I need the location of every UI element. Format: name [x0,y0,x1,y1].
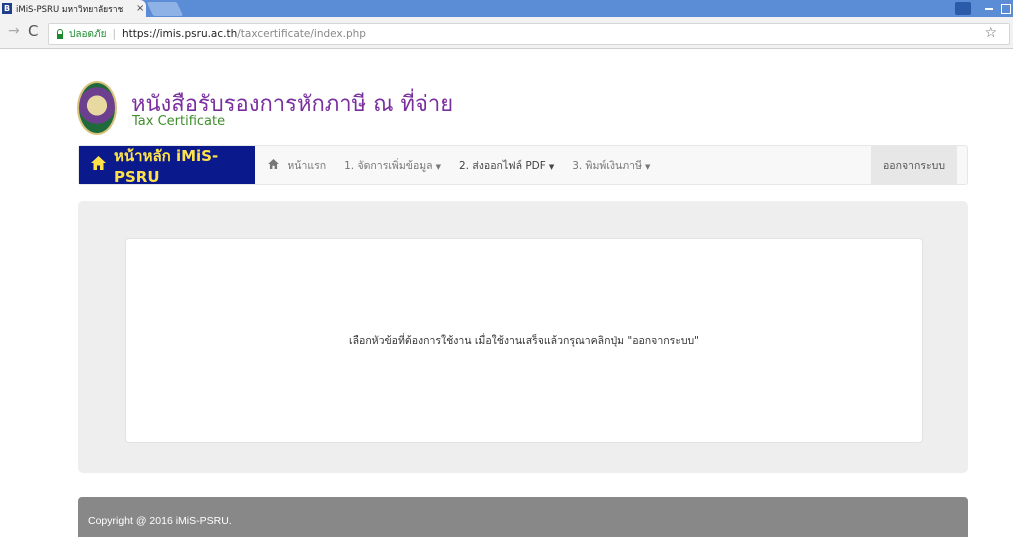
tab-close-icon[interactable]: × [136,3,144,14]
lock-icon [57,28,63,39]
nav-item-label: 3. พิมพ์เงินภาษี [572,159,642,172]
nav-item-manage-data[interactable]: 1. จัดการเพิ่มข้อมูล ▼ [344,157,441,174]
home-icon [91,156,106,174]
nav-item-label: หน้าแรก [287,159,327,172]
caret-down-icon: ▼ [435,162,441,171]
address-bar[interactable]: ปลอดภัย | https://imis.psru.ac.th /taxce… [48,23,1010,45]
page-footer: Copyright @ 2016 iMiS-PSRU. [78,497,968,537]
nav-item-home[interactable]: หน้าแรก [268,157,326,174]
nav-item-label: 2. ส่งออกไฟล์ PDF [459,159,546,172]
forward-arrow-icon[interactable]: → [8,23,20,39]
browser-tab[interactable]: B iMiS-PSRU มหาวิทยาลัยราช × [0,0,146,17]
nav-menu: หน้าแรก 1. จัดการเพิ่มข้อมูล ▼ 2. ส่งออกไ… [268,146,668,184]
window-controls [955,0,1013,17]
logout-button[interactable]: ออกจากระบบ [871,146,957,184]
brand-home-button[interactable]: หน้าหลัก iMiS-PSRU [79,146,255,186]
caret-down-icon: ▼ [644,162,651,171]
reload-icon[interactable]: C [28,22,38,40]
brand-label: หน้าหลัก iMiS-PSRU [114,147,219,186]
browser-toolbar: → C ปลอดภัย | https://imis.psru.ac.th /t… [0,17,1013,49]
nav-item-export-pdf[interactable]: 2. ส่งออกไฟล์ PDF ▼ [459,157,554,174]
nav-item-print-tax[interactable]: 3. พิมพ์เงินภาษี ▼ [572,157,650,174]
url-path: /taxcertificate/index.php [237,28,366,40]
maximize-icon[interactable] [1001,3,1011,14]
tab-title: iMiS-PSRU มหาวิทยาลัยราช [16,4,124,15]
address-separator: | [112,28,116,40]
url-host: https://imis.psru.ac.th [121,28,238,40]
site-favicon-icon: B [2,3,12,14]
minimize-icon[interactable] [985,7,993,10]
instruction-panel: เลือกหัวข้อที่ต้องการใช้งาน เมื่อใช้งานเ… [125,238,923,443]
secure-label: ปลอดภัย [69,28,107,40]
instruction-text: เลือกหัวข้อที่ต้องการใช้งาน เมื่อใช้งานเ… [348,335,700,347]
browser-tabstrip: B iMiS-PSRU มหาวิทยาลัยราช × [0,0,1013,17]
content-container: เลือกหัวข้อที่ต้องการใช้งาน เมื่อใช้งานเ… [78,201,968,473]
home-icon [268,158,282,172]
nav-item-label: 1. จัดการเพิ่มข้อมูล [344,159,433,172]
university-logo [77,81,117,135]
copyright-text: Copyright @ 2016 iMiS-PSRU. [88,515,232,527]
bookmark-star-icon[interactable]: ☆ [984,25,997,41]
new-tab-button[interactable] [146,2,184,16]
profile-icon[interactable] [955,2,971,15]
caret-down-icon: ▼ [548,162,555,171]
main-navbar: หน้าหลัก iMiS-PSRU หน้าแรก 1. จัดการเพิ่… [78,145,968,186]
page-subtitle-english: Tax Certificate [132,114,226,129]
